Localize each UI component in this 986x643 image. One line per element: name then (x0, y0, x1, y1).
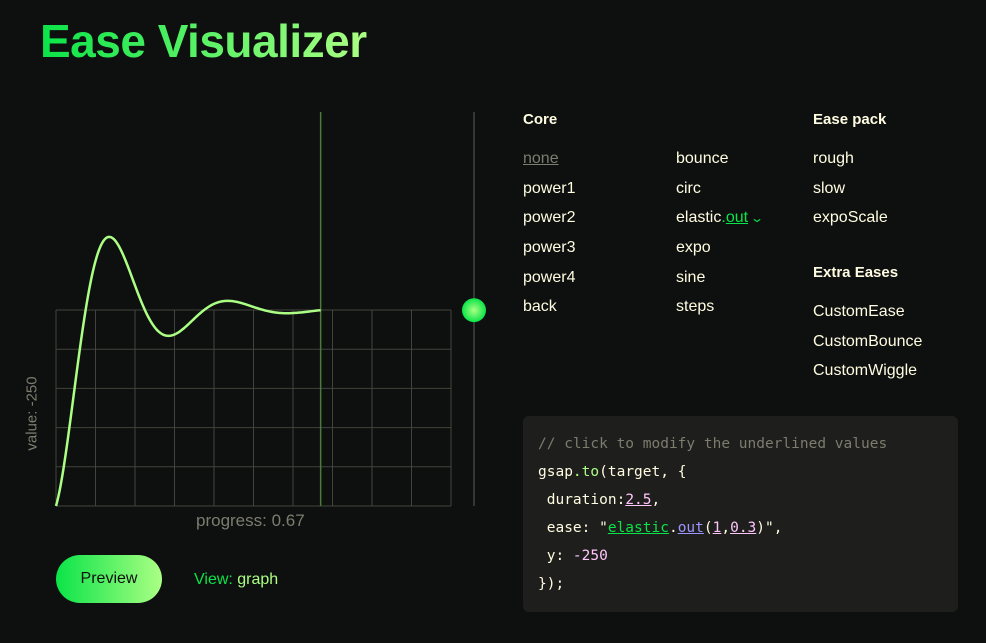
view-toggle-value: graph (237, 571, 279, 588)
duration-value[interactable]: 2.5 (625, 492, 651, 508)
value-indicator-dot (462, 298, 486, 323)
ease-option-exposcale[interactable]: expoScale (813, 209, 888, 227)
code-close: }); (538, 576, 565, 592)
code-gsap: gsap (538, 464, 573, 480)
code-comment: // click to modify the underlined values (538, 436, 888, 452)
ease-option-customease[interactable]: CustomEase (813, 303, 905, 321)
extra-eases-heading: Extra Eases (813, 264, 899, 281)
code-duration-key: duration: (538, 492, 626, 508)
ease-option-elastic[interactable]: elastic.out ⌄ (676, 209, 764, 227)
ease-option-rough[interactable]: rough (813, 150, 854, 168)
progress-label: progress: 0.67 (196, 511, 305, 530)
code-line-duration: duration:2.5, (538, 492, 661, 508)
y-value: -250 (572, 548, 608, 564)
code-snippet: // click to modify the underlined values… (523, 416, 958, 612)
period-value[interactable]: 0.3 (730, 520, 756, 536)
code-ease-comma: , (721, 520, 731, 536)
ease-pack-heading: Ease pack (813, 111, 887, 128)
ease-option-power2[interactable]: power2 (523, 209, 575, 227)
ease-type-value[interactable]: out (678, 520, 704, 536)
ease-option-sine[interactable]: sine (676, 269, 705, 287)
ease-option-power4[interactable]: power4 (523, 269, 575, 287)
ease-option-customwiggle[interactable]: CustomWiggle (813, 362, 917, 380)
ease-type-select[interactable]: out (726, 209, 748, 226)
code-line-ease: ease: "elastic.out(1,0.3)", (538, 520, 783, 536)
ease-name-value[interactable]: elastic (608, 520, 669, 536)
code-line-gsap: gsap.to(target, { (538, 464, 686, 480)
y-axis-label: value: -250 (23, 376, 41, 451)
ease-option-elastic-label: elastic (676, 209, 722, 226)
code-to-method: .to (572, 464, 600, 480)
code-line-y: y: -250 (538, 548, 608, 564)
code-ease-key: ease: " (538, 520, 608, 536)
code-ease-close: )", (756, 520, 783, 536)
code-y-key: y: (538, 548, 573, 564)
preview-button[interactable]: Preview (56, 555, 162, 603)
ease-option-circ[interactable]: circ (676, 180, 701, 198)
view-toggle[interactable]: View: graph (194, 571, 278, 589)
ease-option-slow[interactable]: slow (813, 180, 845, 198)
code-ease-paren: ( (703, 520, 713, 536)
ease-option-power1[interactable]: power1 (523, 180, 575, 198)
code-duration-comma: , (651, 492, 661, 508)
ease-option-custombounce[interactable]: CustomBounce (813, 333, 922, 351)
code-ease-dot: . (668, 520, 678, 536)
core-heading: Core (523, 111, 558, 128)
ease-option-steps[interactable]: steps (676, 298, 714, 316)
graph-grid (55, 309, 452, 507)
ease-option-expo[interactable]: expo (676, 239, 711, 257)
ease-option-none[interactable]: none (523, 150, 559, 168)
ease-option-bounce[interactable]: bounce (676, 150, 729, 168)
code-target: (target, { (599, 464, 687, 480)
ease-option-back[interactable]: back (523, 298, 557, 316)
ease-option-power3[interactable]: power3 (523, 239, 575, 257)
view-toggle-key: View: (194, 571, 238, 588)
chevron-down-icon[interactable]: ⌄ (750, 211, 764, 225)
